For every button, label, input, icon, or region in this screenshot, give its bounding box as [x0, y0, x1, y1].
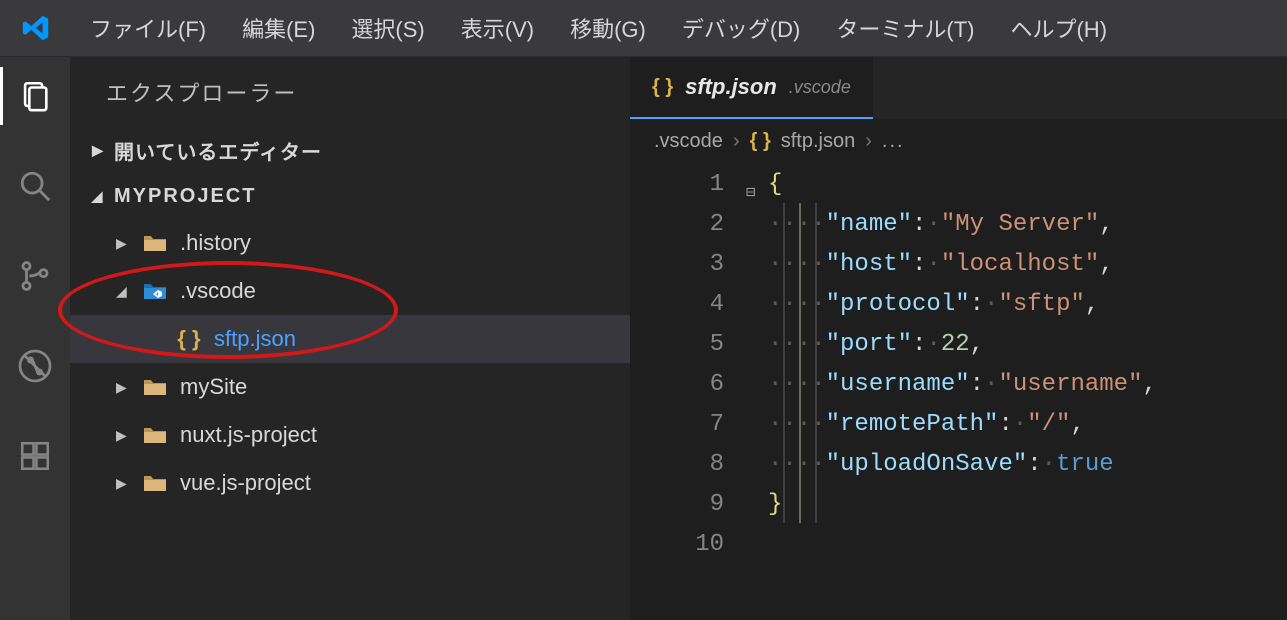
- code-editor[interactable]: 1 2 3 4 5 6 7 8 9 10 ⊟ {: [630, 163, 1287, 620]
- file-tree: ▶ .history ◢ .vscode { } sftp.json ▶: [70, 219, 630, 507]
- vscode-logo-icon: [18, 10, 54, 46]
- explorer-title: エクスプローラー: [70, 57, 630, 127]
- line-number: 3: [630, 245, 724, 285]
- line-number: 10: [630, 525, 724, 565]
- tree-label: nuxt.js-project: [180, 422, 317, 448]
- chevron-down-icon: ◢: [116, 283, 130, 300]
- menu-edit[interactable]: 編集(E): [242, 12, 315, 44]
- folder-icon: [142, 374, 168, 400]
- tabs-empty: [873, 57, 1287, 119]
- tree-label: sftp.json: [214, 326, 296, 352]
- tree-label: .history: [180, 230, 251, 256]
- tree-folder-nuxt[interactable]: ▶ nuxt.js-project: [70, 411, 630, 459]
- explorer-sidebar: エクスプローラー ▶ 開いているエディター ◢ MYPROJECT ▶ .his…: [70, 57, 630, 620]
- activity-extensions-icon[interactable]: [14, 435, 56, 477]
- json-file-icon: { }: [750, 130, 771, 153]
- tab-dirname: .vscode: [789, 77, 851, 98]
- project-root[interactable]: ◢ MYPROJECT: [70, 173, 630, 219]
- activity-bar: [0, 57, 70, 620]
- chevron-right-icon: ▶: [116, 427, 130, 444]
- tree-label: vue.js-project: [180, 470, 311, 496]
- tree-label: .vscode: [180, 278, 256, 304]
- line-number: 2: [630, 205, 724, 245]
- chevron-right-icon: ▶: [88, 142, 108, 159]
- crumb-file[interactable]: sftp.json: [781, 130, 855, 153]
- line-number: 8: [630, 445, 724, 485]
- crumb-rest[interactable]: ...: [882, 130, 905, 153]
- activity-source-control-icon[interactable]: [14, 255, 56, 297]
- menu-view[interactable]: 表示(V): [461, 12, 534, 44]
- json-file-icon: { }: [176, 326, 202, 352]
- menubar: ファイル(F) 編集(E) 選択(S) 表示(V) 移動(G) デバッグ(D) …: [0, 0, 1287, 57]
- tab-filename: sftp.json: [685, 74, 777, 100]
- tree-label: mySite: [180, 374, 247, 400]
- fold-toggle-icon[interactable]: ⊟: [746, 173, 756, 213]
- editor-tabs: { } sftp.json .vscode: [630, 57, 1287, 119]
- tree-file-sftp-json[interactable]: { } sftp.json: [70, 315, 630, 363]
- tree-folder-vscode[interactable]: ◢ .vscode: [70, 267, 630, 315]
- tab-sftp-json[interactable]: { } sftp.json .vscode: [630, 57, 873, 119]
- line-number: 6: [630, 365, 724, 405]
- line-number: 9: [630, 485, 724, 525]
- chevron-right-icon: ▶: [116, 235, 130, 252]
- line-number: 4: [630, 285, 724, 325]
- breadcrumbs[interactable]: .vscode › { } sftp.json › ...: [630, 119, 1287, 163]
- scrollbar-track[interactable]: [1273, 163, 1287, 620]
- tree-folder-history[interactable]: ▶ .history: [70, 219, 630, 267]
- project-name: MYPROJECT: [114, 185, 256, 208]
- line-number: 7: [630, 405, 724, 445]
- vscode-folder-icon: [142, 278, 168, 304]
- chevron-right-icon: ›: [865, 130, 872, 153]
- line-number: 5: [630, 325, 724, 365]
- menu-help[interactable]: ヘルプ(H): [1010, 12, 1107, 44]
- menu-file[interactable]: ファイル(F): [90, 12, 206, 44]
- activity-explorer-icon[interactable]: [14, 75, 56, 117]
- json-file-icon: { }: [652, 76, 673, 99]
- line-number: 1: [630, 165, 724, 205]
- line-gutter: 1 2 3 4 5 6 7 8 9 10: [630, 163, 740, 620]
- menu-debug[interactable]: デバッグ(D): [682, 12, 801, 44]
- tree-folder-vue[interactable]: ▶ vue.js-project: [70, 459, 630, 507]
- editor-area: { } sftp.json .vscode .vscode › { } sftp…: [630, 57, 1287, 620]
- menu-select[interactable]: 選択(S): [351, 12, 424, 44]
- chevron-right-icon: ▶: [116, 475, 130, 492]
- activity-debug-icon[interactable]: [14, 345, 56, 387]
- chevron-down-icon: ◢: [88, 188, 108, 205]
- code-brace-open: {: [768, 171, 782, 198]
- folder-icon: [142, 470, 168, 496]
- tree-folder-mysite[interactable]: ▶ mySite: [70, 363, 630, 411]
- indent-guides: [783, 203, 831, 523]
- folder-icon: [142, 422, 168, 448]
- activity-search-icon[interactable]: [14, 165, 56, 207]
- chevron-right-icon: ›: [733, 130, 740, 153]
- open-editors-label: 開いているエディター: [114, 136, 322, 165]
- code-lines[interactable]: { ····"name":·"My Server", ····"host":·"…: [768, 163, 1273, 565]
- open-editors-section[interactable]: ▶ 開いているエディター: [70, 127, 630, 173]
- folder-icon: [142, 230, 168, 256]
- menu-go[interactable]: 移動(G): [570, 12, 646, 44]
- code-brace-close: }: [768, 491, 782, 518]
- crumb-dir[interactable]: .vscode: [654, 130, 723, 153]
- menu-terminal[interactable]: ターミナル(T): [836, 12, 974, 44]
- chevron-right-icon: ▶: [116, 379, 130, 396]
